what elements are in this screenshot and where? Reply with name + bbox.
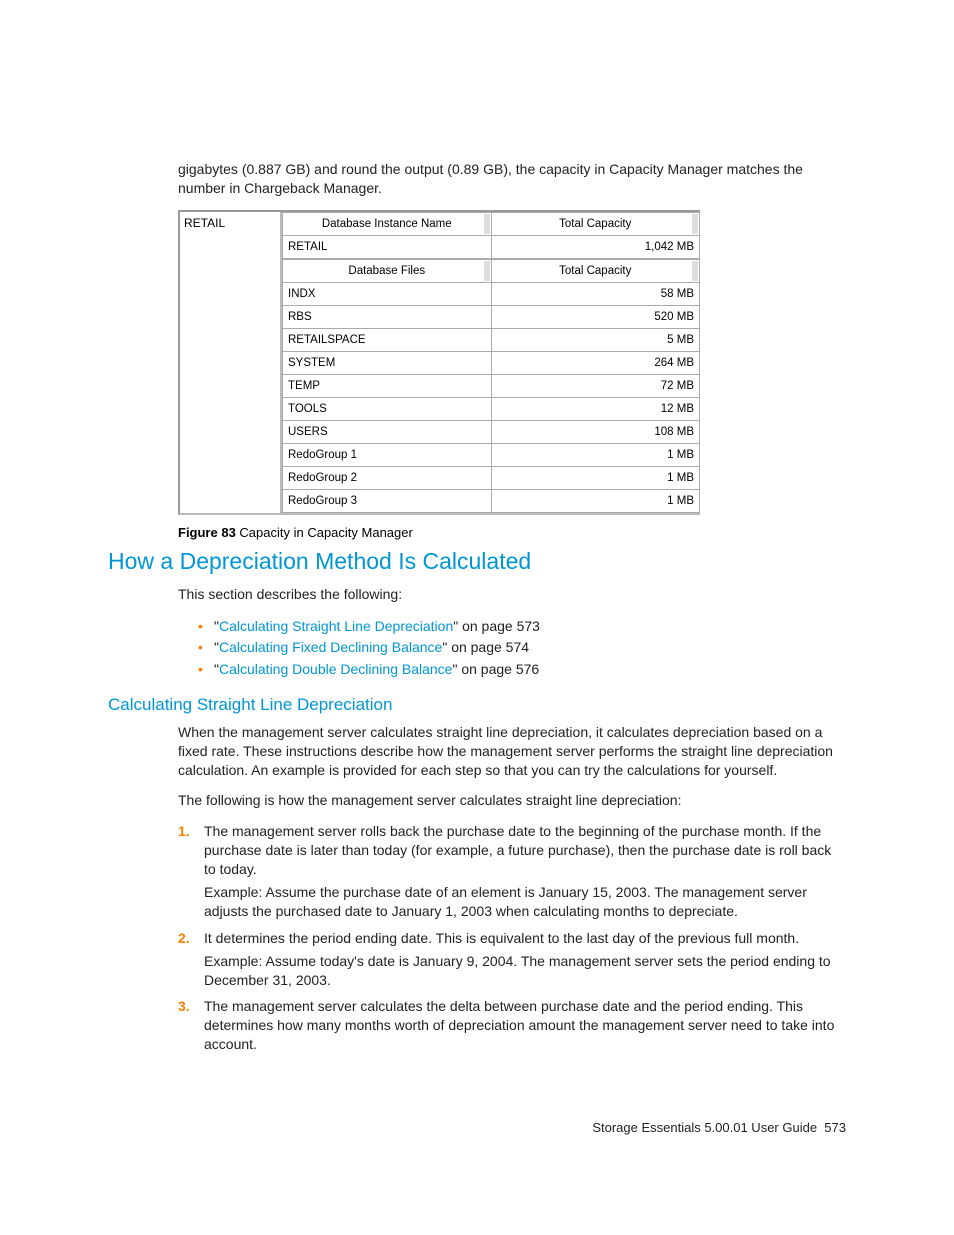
col-header: Database Files <box>283 259 492 282</box>
subsection-heading: Calculating Straight Line Depreciation <box>108 695 846 715</box>
table-row: RedoGroup 21 MB <box>283 466 700 489</box>
paragraph: The following is how the management serv… <box>178 791 846 810</box>
table-row: RedoGroup 11 MB <box>283 443 700 466</box>
list-item: "Calculating Straight Line Depreciation"… <box>198 616 846 638</box>
table-row: RedoGroup 31 MB <box>283 489 700 512</box>
section-intro: This section describes the following: <box>178 585 846 604</box>
col-header: Total Capacity <box>491 259 700 282</box>
xref-link[interactable]: Calculating Straight Line Depreciation <box>219 618 453 634</box>
step-example: Example: Assume today's date is January … <box>204 952 846 990</box>
step-example: Example: Assume the purchase date of an … <box>204 883 846 921</box>
paragraph: When the management server calculates st… <box>178 723 846 780</box>
intro-paragraph: gigabytes (0.887 GB) and round the outpu… <box>178 160 846 198</box>
figure-left-label: RETAIL <box>180 212 282 513</box>
db-files-table: Database Files Total Capacity INDX58 MB … <box>282 259 700 513</box>
toc-bullets: "Calculating Straight Line Depreciation"… <box>198 616 846 681</box>
step-item: It determines the period ending date. Th… <box>178 929 846 990</box>
numbered-steps: The management server rolls back the pur… <box>178 822 846 1054</box>
table-row: TEMP72 MB <box>283 374 700 397</box>
table-row: INDX58 MB <box>283 282 700 305</box>
step-item: The management server rolls back the pur… <box>178 822 846 920</box>
figure-caption: Figure 83 Capacity in Capacity Manager <box>178 525 846 540</box>
list-item: "Calculating Fixed Declining Balance" on… <box>198 637 846 659</box>
table-row: RETAIL 1,042 MB <box>283 235 700 258</box>
table-row: SYSTEM264 MB <box>283 351 700 374</box>
xref-link[interactable]: Calculating Double Declining Balance <box>219 661 452 677</box>
page-footer: Storage Essentials 5.00.01 User Guide 57… <box>592 1120 846 1135</box>
section-heading: How a Depreciation Method Is Calculated <box>108 548 846 575</box>
col-header: Database Instance Name <box>283 212 492 235</box>
figure-83: RETAIL Database Instance Name Total Capa… <box>178 210 846 515</box>
list-item: "Calculating Double Declining Balance" o… <box>198 659 846 681</box>
db-instance-table: Database Instance Name Total Capacity RE… <box>282 212 700 259</box>
table-row: TOOLS12 MB <box>283 397 700 420</box>
xref-link[interactable]: Calculating Fixed Declining Balance <box>219 639 442 655</box>
step-item: The management server calculates the del… <box>178 997 846 1054</box>
table-row: RETAILSPACE5 MB <box>283 328 700 351</box>
table-row: USERS108 MB <box>283 420 700 443</box>
table-row: RBS520 MB <box>283 305 700 328</box>
col-header: Total Capacity <box>491 212 700 235</box>
